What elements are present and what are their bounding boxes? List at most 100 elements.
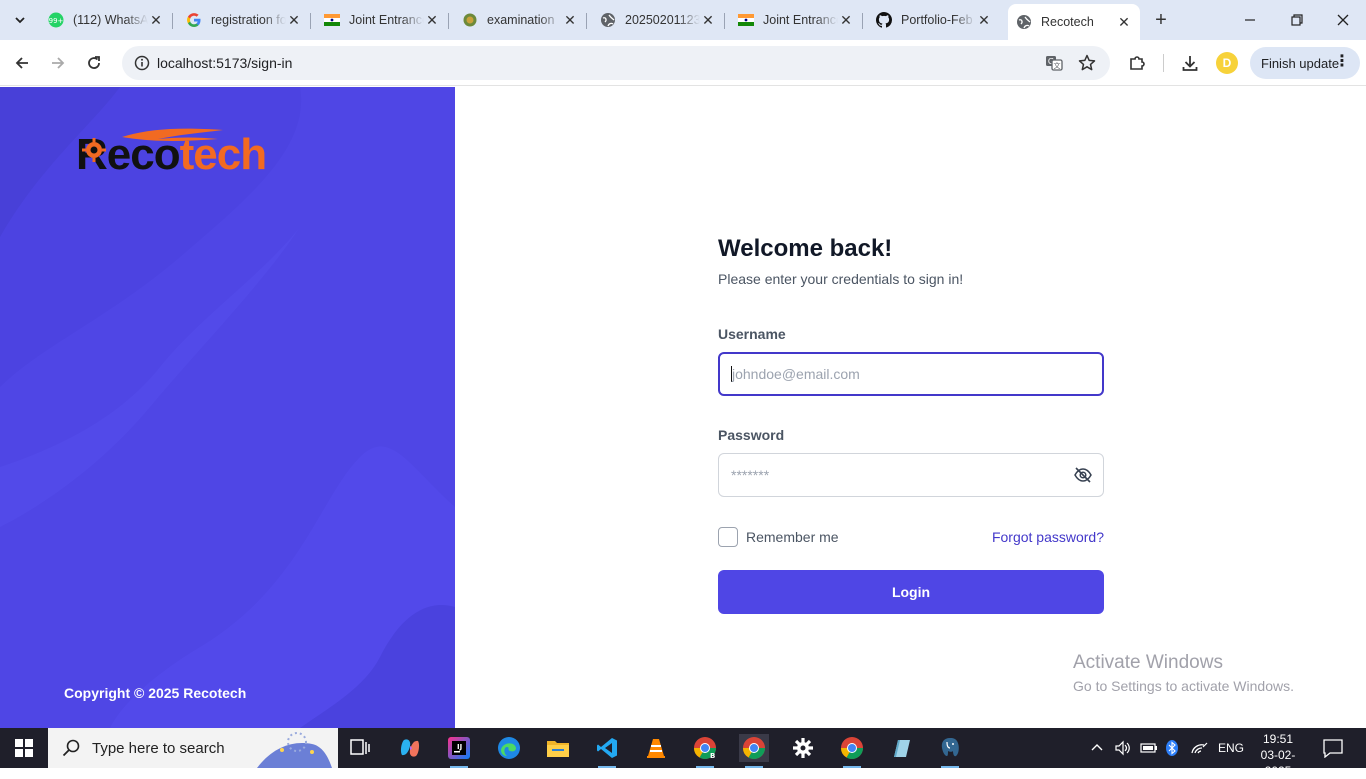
network-icon[interactable] [1190, 741, 1208, 755]
logo-part-tech: tech [179, 130, 267, 179]
tab-separator [724, 13, 725, 29]
windows-logo-icon [15, 739, 33, 757]
chrome-beta-icon[interactable]: B [690, 734, 720, 768]
login-button[interactable]: Login [718, 570, 1104, 614]
close-tab-icon[interactable]: ✕ [148, 12, 164, 28]
close-tab-icon[interactable]: ✕ [838, 12, 854, 28]
windows-taskbar: Type here to search IJ B ENG 19:51 03-02… [0, 728, 1366, 778]
puzzle-icon [1130, 56, 1145, 70]
tab-separator [172, 13, 173, 29]
restore-icon [1291, 14, 1303, 26]
tab-separator [448, 13, 449, 29]
notes-app-icon[interactable] [886, 734, 916, 762]
watermark-line-2: Go to Settings to activate Windows. [1073, 678, 1294, 694]
eye-off-icon[interactable] [1073, 465, 1093, 485]
vscode-icon[interactable] [592, 734, 622, 768]
bluetooth-icon[interactable] [1166, 740, 1178, 756]
site-info-icon[interactable] [130, 51, 154, 75]
tab-title: (112) WhatsApp [73, 13, 148, 27]
minimize-button[interactable] [1238, 8, 1262, 32]
search-highlight-art [257, 732, 332, 768]
close-tab-icon[interactable]: ✕ [424, 12, 440, 28]
browser-tab-active[interactable]: Recotech ✕ [1008, 4, 1140, 40]
tab-search-button[interactable] [8, 8, 32, 32]
whatsapp-icon: 99+ [48, 12, 64, 28]
browser-tab[interactable]: Portfolio-Feb ✕ [868, 6, 1000, 34]
close-tab-icon[interactable]: ✕ [1116, 14, 1132, 30]
profile-avatar[interactable]: D [1216, 52, 1238, 74]
browser-tab[interactable]: Joint Entrance ✕ [730, 6, 863, 34]
start-button[interactable] [0, 728, 48, 768]
india-flag-icon [738, 12, 754, 28]
clock-time: 19:51 [1262, 732, 1294, 746]
taskbar-clock[interactable]: 19:51 03-02-2025 [1251, 731, 1305, 779]
svg-text:99+: 99+ [49, 17, 64, 25]
india-flag-icon [324, 12, 340, 28]
emblem-icon [462, 12, 478, 28]
remember-me-checkbox[interactable] [718, 527, 738, 547]
browser-tab[interactable]: registration for ✕ [178, 6, 311, 34]
svg-text:B: B [710, 752, 715, 760]
browser-tab[interactable]: examination ✕ [454, 6, 587, 34]
reload-button[interactable] [82, 51, 106, 75]
username-label: Username [718, 326, 786, 342]
download-icon [1182, 56, 1198, 71]
globe-icon [1016, 14, 1032, 30]
taskbar-search[interactable]: Type here to search [48, 728, 338, 768]
bookmark-star-icon[interactable] [1075, 51, 1099, 75]
copilot-icon[interactable] [395, 734, 425, 762]
browser-toolbar: localhost:5173/sign-in G文 D Finish updat… [0, 40, 1366, 86]
back-button[interactable] [10, 51, 34, 75]
clock-date: 03-02-2025 [1260, 748, 1296, 778]
tab-separator [310, 13, 311, 29]
task-view-icon[interactable] [345, 734, 375, 762]
extensions-button[interactable] [1125, 51, 1149, 75]
more-vert-icon: ⋮ [1334, 53, 1350, 70]
close-tab-icon[interactable]: ✕ [286, 12, 302, 28]
tab-title: examination [487, 13, 555, 27]
url-text[interactable]: localhost:5173/sign-in [157, 55, 292, 71]
settings-gear-icon[interactable] [788, 734, 818, 762]
notification-icon[interactable] [1322, 738, 1344, 763]
chrome-icon[interactable] [739, 734, 769, 768]
browser-tab-strip: 99+ (112) WhatsApp ✕ registration for ✕ … [0, 0, 1366, 40]
chevron-up-icon[interactable] [1090, 741, 1104, 755]
tab-title: Portfolio-Feb [901, 13, 973, 27]
file-explorer-icon[interactable] [543, 734, 573, 762]
github-icon [876, 12, 892, 28]
close-tab-icon[interactable]: ✕ [562, 12, 578, 28]
globe-icon [600, 12, 616, 28]
postgresql-icon[interactable] [935, 734, 965, 768]
volume-icon[interactable] [1114, 740, 1132, 756]
forgot-password-link[interactable]: Forgot password? [992, 529, 1104, 545]
battery-icon[interactable] [1140, 741, 1158, 755]
search-placeholder: Type here to search [92, 739, 225, 757]
brand-panel: Recotech Copyright © 2025 Recotech [0, 87, 455, 728]
new-tab-button[interactable]: + [1150, 9, 1172, 31]
remember-me-label[interactable]: Remember me [746, 529, 839, 545]
wave-background [0, 87, 455, 728]
restore-button[interactable] [1285, 8, 1309, 32]
chrome-dev-icon[interactable] [837, 734, 867, 768]
finish-update-button[interactable]: Finish update ⋮ [1250, 47, 1360, 79]
password-input[interactable]: ******* [718, 453, 1104, 497]
username-input[interactable]: johndoe@email.com [718, 352, 1104, 396]
copyright-text: Copyright © 2025 Recotech [64, 685, 247, 701]
close-window-button[interactable] [1331, 8, 1355, 32]
edge-icon[interactable] [494, 734, 524, 762]
browser-tab[interactable]: 20250201123 ✕ [592, 6, 725, 34]
language-indicator[interactable]: ENG [1218, 741, 1244, 755]
downloads-button[interactable] [1178, 51, 1202, 75]
browser-tab[interactable]: 99+ (112) WhatsApp ✕ [40, 6, 173, 34]
reload-icon [88, 56, 100, 69]
minimize-icon [1245, 19, 1255, 21]
vlc-icon[interactable] [641, 734, 671, 762]
translate-icon[interactable]: G文 [1042, 51, 1066, 75]
browser-tab[interactable]: Joint Entrance ✕ [316, 6, 449, 34]
intellij-icon[interactable]: IJ [444, 734, 474, 768]
forward-button[interactable] [46, 51, 70, 75]
close-tab-icon[interactable]: ✕ [700, 12, 716, 28]
gear-icon [82, 138, 106, 162]
close-tab-icon[interactable]: ✕ [976, 12, 992, 28]
address-bar[interactable]: localhost:5173/sign-in G文 [122, 46, 1110, 80]
